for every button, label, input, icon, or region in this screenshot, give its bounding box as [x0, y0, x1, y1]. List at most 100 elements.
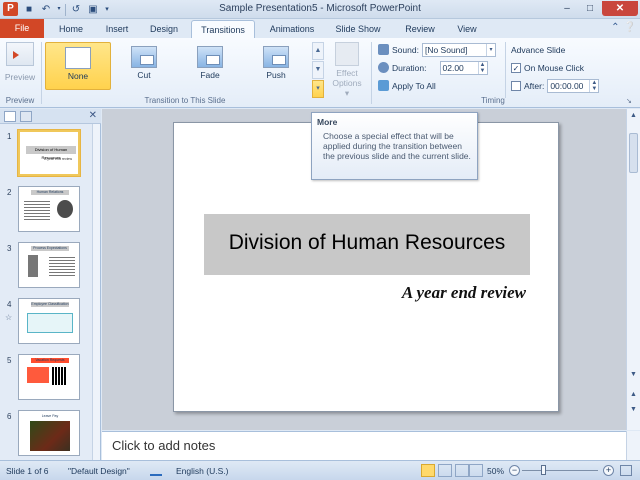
preview-button[interactable]: Preview: [2, 42, 38, 88]
quick-access-toolbar: ■ ↶ ▾ ↺ ▣ ▾: [22, 3, 111, 16]
zoom-slider-knob[interactable]: [541, 465, 546, 475]
duration-spin-icon[interactable]: ▲ ▼: [477, 61, 487, 74]
notes-scrollbar[interactable]: [626, 431, 640, 460]
apply-to-all-button[interactable]: Apply To All: [392, 81, 436, 91]
previous-slide-icon[interactable]: ▲: [628, 389, 639, 401]
normal-view-button[interactable]: [421, 464, 435, 477]
slide-thumbnail-3[interactable]: Process Expectations: [18, 242, 80, 288]
timing-dialog-launcher-icon[interactable]: ↘: [626, 97, 632, 105]
thumb-title: Process Expectations: [31, 246, 69, 251]
sound-icon: [378, 44, 389, 55]
on-mouse-click-checkbox[interactable]: ✓: [511, 62, 521, 73]
slide-thumbnail-row[interactable]: 4 ☆ Employee Classification: [0, 298, 92, 348]
spelling-check-icon[interactable]: [150, 465, 162, 476]
sound-value: [No Sound]: [424, 44, 468, 55]
sound-dropdown-icon[interactable]: ▾: [485, 43, 495, 56]
tab-view[interactable]: View: [449, 20, 485, 38]
slide-thumbnail-4[interactable]: Employee Classification: [18, 298, 80, 344]
slide-thumbnail-row[interactable]: 2 Human Relations: [0, 186, 92, 236]
after-checkbox[interactable]: [511, 80, 521, 91]
slide-subtitle[interactable]: A year end review: [402, 283, 526, 303]
scrollbar-thumb[interactable]: [629, 133, 638, 173]
slide-thumbnail-5[interactable]: Vacation Requests: [18, 354, 80, 400]
tab-transitions[interactable]: Transitions: [191, 20, 255, 39]
minimize-button[interactable]: –: [556, 1, 578, 16]
transition-push[interactable]: Push: [243, 42, 309, 90]
after-spin-icon[interactable]: ▲ ▼: [589, 79, 598, 92]
undo-dropdown-icon[interactable]: ▾: [56, 3, 62, 16]
timing-group: Sound: [No Sound] ▾ Duration: 02.00 ▲ ▼ A…: [378, 42, 638, 104]
notes-pane[interactable]: Click to add notes: [102, 431, 626, 460]
editor-vertical-scrollbar[interactable]: ▲ ▼ ▲ ▼: [626, 109, 640, 430]
preview-label: Preview: [4, 72, 36, 82]
zoom-slider[interactable]: [522, 470, 598, 471]
slide-title-box[interactable]: Division of Human Resources: [204, 214, 530, 275]
slide-number: 6: [7, 412, 12, 421]
slide-show-view-button[interactable]: [469, 464, 483, 477]
slide-title: Division of Human Resources: [228, 231, 506, 254]
sound-select[interactable]: [No Sound] ▾: [421, 42, 496, 57]
tab-home[interactable]: Home: [50, 20, 92, 38]
slide-thumbnail-row[interactable]: 1 Division of Human Resources A year end…: [0, 130, 92, 180]
powerpoint-app-icon[interactable]: P: [3, 2, 18, 16]
zoom-level[interactable]: 50%: [487, 466, 504, 476]
help-icon[interactable]: ❔: [624, 22, 636, 33]
apply-all-row[interactable]: Apply To All: [378, 78, 436, 93]
transition-label: Cut: [137, 70, 151, 80]
next-slide-icon[interactable]: ▼: [628, 404, 639, 416]
gallery-up-icon[interactable]: ▲: [312, 42, 324, 60]
thumb-red-box: [27, 367, 49, 383]
fit-to-window-icon[interactable]: [620, 465, 632, 476]
present-icon[interactable]: ▣: [86, 3, 100, 16]
slides-pane-scrollbar[interactable]: [92, 124, 100, 460]
close-button[interactable]: ✕: [602, 1, 638, 16]
slide-thumbnail-row[interactable]: 6 Leave Pay: [0, 410, 92, 460]
maximize-button[interactable]: □: [579, 1, 601, 16]
transition-fade[interactable]: Fade: [177, 42, 243, 90]
tab-slide-show[interactable]: Slide Show: [329, 20, 387, 38]
transition-none-icon: [65, 47, 91, 69]
pane-tabs: ✕: [0, 109, 101, 124]
tab-animations[interactable]: Animations: [261, 20, 323, 38]
thumb-title: Human Relations: [31, 190, 69, 195]
group-label-preview: Preview: [5, 96, 35, 105]
transition-label: None: [67, 71, 89, 81]
redo-icon[interactable]: ↺: [69, 3, 83, 16]
tab-insert[interactable]: Insert: [96, 20, 138, 38]
zoom-out-icon[interactable]: −: [509, 465, 520, 476]
tab-file[interactable]: File: [0, 19, 44, 38]
language[interactable]: English (U.S.): [176, 466, 228, 476]
slide-sorter-view-button[interactable]: [438, 464, 452, 477]
undo-icon[interactable]: ↶: [39, 3, 53, 16]
slide-number: 2: [7, 188, 12, 197]
customize-qat-icon[interactable]: ▾: [103, 3, 111, 16]
transition-cut-icon: [131, 46, 157, 68]
transition-cut[interactable]: Cut: [111, 42, 177, 90]
duration-field[interactable]: 02.00 ▲ ▼: [439, 60, 488, 75]
gallery-down-icon[interactable]: ▼: [312, 61, 324, 79]
scroll-up-icon[interactable]: ▲: [628, 110, 639, 122]
close-pane-icon[interactable]: ✕: [89, 110, 97, 121]
slide-thumbnail-row[interactable]: 3 Process Expectations: [0, 242, 92, 292]
theme-name[interactable]: "Default Design": [68, 466, 130, 476]
minimize-ribbon-icon[interactable]: ⌃: [611, 22, 619, 33]
slide-thumbnail-6[interactable]: Leave Pay: [18, 410, 80, 456]
effect-options-button[interactable]: Effect Options ▾: [330, 42, 364, 102]
slide-thumbnail-2[interactable]: Human Relations: [18, 186, 80, 232]
reading-view-button[interactable]: [455, 464, 469, 477]
tab-design[interactable]: Design: [142, 20, 186, 38]
on-mouse-click-row[interactable]: ✓ On Mouse Click: [511, 60, 584, 75]
outline-tab-icon[interactable]: [20, 111, 32, 122]
slides-tab-icon[interactable]: [4, 111, 16, 122]
more-tooltip: More Choose a special effect that will b…: [311, 112, 478, 180]
slide-thumbnail-row[interactable]: 5 Vacation Requests: [0, 354, 92, 404]
transition-none[interactable]: None: [45, 42, 111, 90]
group-separator: [371, 42, 372, 104]
transition-fade-icon: [197, 46, 223, 68]
scroll-down-icon[interactable]: ▼: [628, 369, 639, 381]
save-icon[interactable]: ■: [22, 3, 36, 16]
slide-thumbnail-1[interactable]: Division of Human Resources A year end r…: [18, 130, 80, 176]
zoom-in-icon[interactable]: +: [603, 465, 614, 476]
tab-review[interactable]: Review: [398, 20, 442, 38]
after-field[interactable]: 00:00.00 ▲ ▼: [547, 78, 600, 93]
